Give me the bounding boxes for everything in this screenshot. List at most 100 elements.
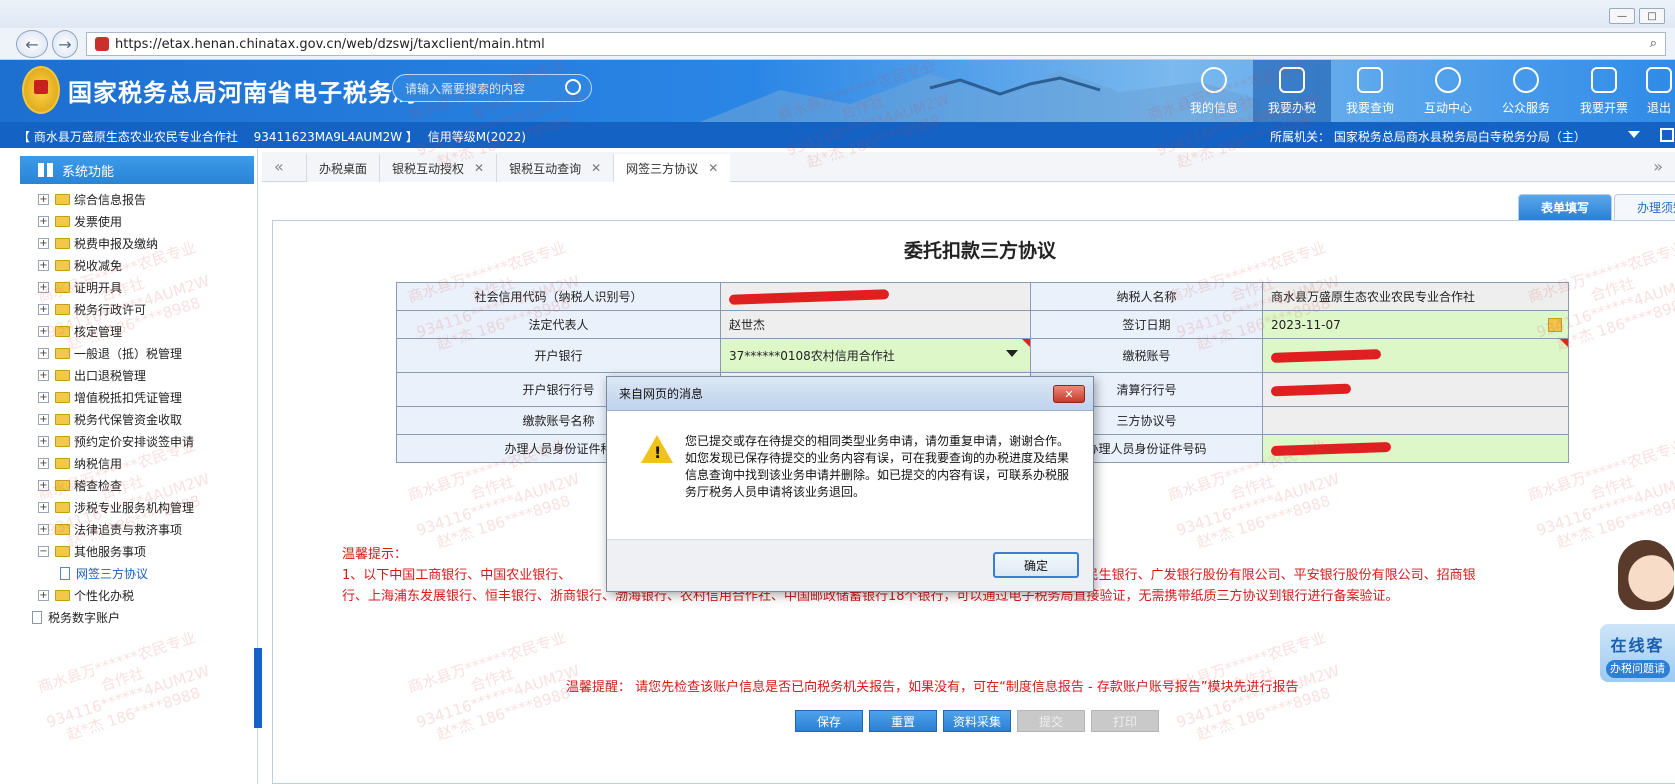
tips-line-1-end: 行、中国民生银行、广发银行股份有限公司、平安银行股份有限公司、招商银 (1033, 568, 1476, 583)
tree-item-other-services[interactable]: − 其他服务事项 (38, 540, 194, 562)
print-button[interactable]: 打印 (1091, 710, 1159, 732)
nav-invoice[interactable]: 我要开票 (1565, 60, 1643, 122)
tree-item-refund[interactable]: + 一般退（抵）税管理 (38, 342, 194, 364)
bank-select[interactable]: 37******0108农村信用合作社 (720, 338, 1031, 373)
ok-button[interactable]: 确定 (993, 552, 1079, 578)
tree-item-agencies[interactable]: + 涉税专业服务机构管理 (38, 496, 194, 518)
tree-item-certificate[interactable]: + 证明开具 (38, 276, 194, 298)
address-bar[interactable]: https://etax.henan.chinatax.gov.cn/web/d… (86, 32, 1666, 56)
submit-button[interactable]: 提交 (1017, 710, 1085, 732)
nav-exit[interactable]: 退出 (1643, 60, 1675, 122)
back-button[interactable]: ← (16, 30, 48, 58)
tabs-scroll-left-icon[interactable]: « (274, 157, 284, 176)
label-legal-rep: 法定代表人 (396, 310, 721, 339)
tree-item-invoice[interactable]: + 发票使用 (38, 210, 194, 232)
redaction-scribble (1270, 383, 1352, 397)
invoice-icon (1591, 67, 1617, 93)
expand-icon[interactable]: + (38, 237, 49, 249)
handler-id-no-field[interactable] (1262, 434, 1569, 463)
expand-icon[interactable]: + (38, 281, 49, 293)
expand-icon[interactable]: + (38, 501, 49, 513)
expand-icon[interactable]: + (38, 523, 49, 535)
nav-tax-handling[interactable]: 我要办税 (1253, 60, 1331, 122)
expand-icon[interactable]: + (38, 589, 49, 601)
search-icon[interactable] (565, 79, 581, 95)
dialog-close-button[interactable]: ✕ (1053, 385, 1085, 403)
expand-icon[interactable]: + (38, 303, 49, 315)
site-search-input[interactable]: 请输入需要搜索的内容 (392, 74, 592, 102)
sidebar-collapse-handle[interactable] (254, 648, 262, 728)
tree-item-digital-account[interactable]: 税务数字账户 (32, 606, 194, 628)
maximize-button[interactable]: □ (1639, 8, 1665, 24)
tree-item-assessment[interactable]: + 核定管理 (38, 320, 194, 342)
online-service-widget[interactable]: 在线客 办税问题请 (1600, 540, 1675, 685)
reset-button[interactable]: 重置 (869, 710, 937, 732)
label-credit-code: 社会信用代码（纳税人识别号） (396, 282, 721, 311)
close-icon[interactable]: ✕ (474, 161, 484, 175)
tree-item-inspection[interactable]: + 稽查检查 (38, 474, 194, 496)
minimize-button[interactable]: — (1609, 8, 1635, 24)
redaction-scribble (728, 289, 890, 305)
expand-icon[interactable]: + (38, 325, 49, 337)
tab-tripartite-agreement[interactable]: 网签三方协议 ✕ (613, 154, 731, 182)
close-icon[interactable]: ✕ (591, 161, 601, 175)
collapse-icon[interactable]: − (38, 545, 49, 557)
expand-icon[interactable]: + (38, 413, 49, 425)
expand-icon[interactable]: + (38, 391, 49, 403)
taxpayer-info-bar: 【 商水县万盛原生态农业农民专业合作社 93411623MA9L4AUM2W 】… (0, 122, 1675, 148)
chevron-down-icon[interactable] (1006, 350, 1018, 357)
expand-icon[interactable]: + (38, 347, 49, 359)
sidebar-header: 系统功能 (20, 156, 254, 184)
collect-data-button[interactable]: 资料采集 (943, 710, 1011, 732)
search-icon[interactable]: ⌕ (1650, 36, 1657, 51)
logout-icon[interactable] (1660, 128, 1674, 142)
expand-icon[interactable]: + (38, 215, 49, 227)
clearing-code-field (1262, 372, 1569, 407)
tree-item-tax-relief[interactable]: + 税收减免 (38, 254, 194, 276)
folder-icon (55, 281, 70, 293)
tabs-scroll-right-icon[interactable]: » (1653, 157, 1663, 176)
expand-icon[interactable]: + (38, 369, 49, 381)
expand-icon[interactable]: + (38, 457, 49, 469)
tab-form-fill[interactable]: 表单填写 (1518, 194, 1613, 220)
label-taxpayer-name: 纳税人名称 (1030, 282, 1263, 311)
nav-my-info[interactable]: 我的信息 (1175, 60, 1253, 122)
exit-icon (1646, 67, 1672, 93)
tree-item-general-report[interactable]: + 综合信息报告 (38, 188, 194, 210)
sign-date-field[interactable]: 2023-11-07 (1262, 310, 1569, 339)
chevron-down-icon[interactable] (1628, 131, 1640, 138)
tab-tax-desktop[interactable]: 办税桌面 (306, 154, 380, 182)
tree-item-credit[interactable]: + 纳税信用 (38, 452, 194, 474)
tree-item-declaration[interactable]: + 税费申报及缴纳 (38, 232, 194, 254)
nav-query[interactable]: 我要查询 (1331, 60, 1409, 122)
close-icon[interactable]: ✕ (708, 161, 718, 175)
expand-icon[interactable]: + (38, 259, 49, 271)
tab-instructions[interactable]: 办理须知 (1614, 194, 1675, 220)
tree-item-personalized[interactable]: + 个性化办税 (38, 584, 194, 606)
tree-item-custody-funds[interactable]: + 税务代保管资金收取 (38, 408, 194, 430)
calendar-icon[interactable] (1548, 318, 1562, 332)
tree-item-vat-deduction[interactable]: + 增值税抵扣凭证管理 (38, 386, 194, 408)
tab-bank-tax-query[interactable]: 银税互动查询 ✕ (496, 154, 614, 182)
tree-item-license[interactable]: + 税务行政许可 (38, 298, 194, 320)
site-favicon-icon (95, 37, 109, 51)
tax-account-field[interactable] (1262, 338, 1569, 373)
expand-icon[interactable]: + (38, 193, 49, 205)
forward-button[interactable]: → (52, 30, 78, 58)
folder-icon (55, 259, 70, 271)
nav-public-service[interactable]: 公众服务 (1487, 60, 1565, 122)
expand-icon[interactable]: + (38, 435, 49, 447)
tree-item-legal[interactable]: + 法律追责与救济事项 (38, 518, 194, 540)
expand-icon[interactable]: + (38, 479, 49, 491)
save-button[interactable]: 保存 (795, 710, 863, 732)
tab-bank-tax-auth[interactable]: 银税互动授权 ✕ (379, 154, 497, 182)
folder-icon (55, 215, 70, 227)
tree-item-tripartite-agreement[interactable]: 网签三方协议 (38, 562, 194, 584)
chat-icon (1435, 67, 1461, 93)
nav-interaction[interactable]: 互动中心 (1409, 60, 1487, 122)
form-tabs: 表单填写 办理须知 (1518, 194, 1675, 220)
folder-icon (55, 193, 70, 205)
tree-item-export-refund[interactable]: + 出口退税管理 (38, 364, 194, 386)
tax-authority: 所属机关： 国家税务总局商水县税务局白寺税务分局（主） (1270, 130, 1586, 144)
tree-item-apa[interactable]: + 预约定价安排谈签申请 (38, 430, 194, 452)
